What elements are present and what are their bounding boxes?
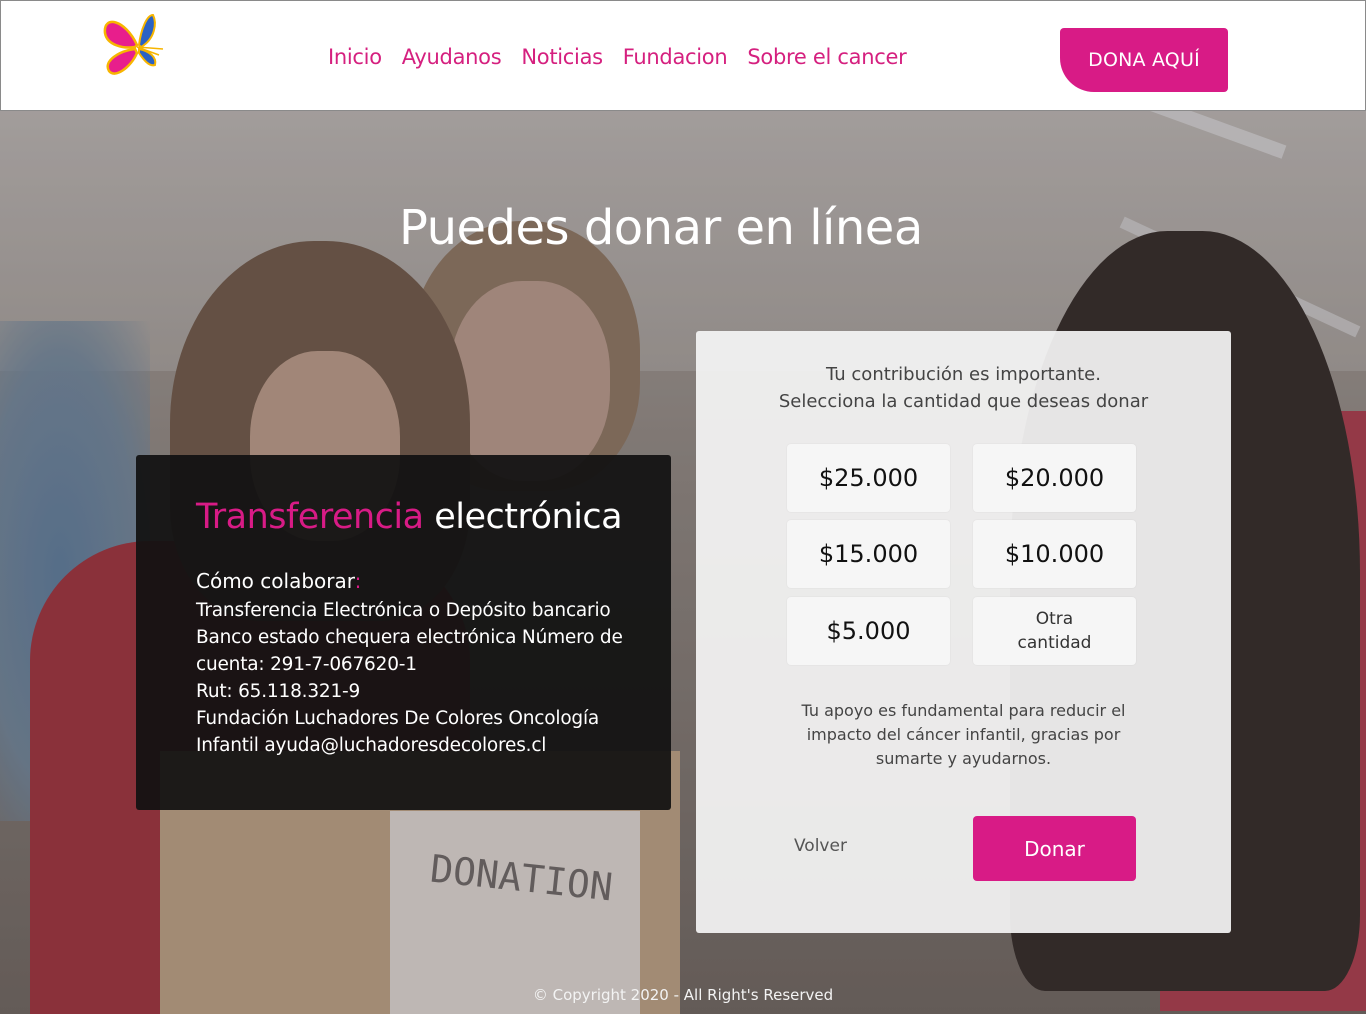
transfer-details: Transferencia Electrónica o Depósito ban… xyxy=(196,597,641,759)
amount-20000-button[interactable]: $20.000 xyxy=(973,444,1136,512)
transfer-title: Transferencia electrónica xyxy=(196,497,641,537)
transfer-title-highlight: Transferencia xyxy=(196,497,424,537)
nav-inicio[interactable]: Inicio xyxy=(328,45,382,69)
nav-noticias[interactable]: Noticias xyxy=(521,45,603,69)
back-button[interactable]: Volver xyxy=(794,836,847,856)
intro-line: Selecciona la cantidad que deseas donar xyxy=(778,391,1149,412)
donate-button[interactable]: Donar xyxy=(973,816,1136,881)
butterfly-logo-icon[interactable] xyxy=(97,9,169,81)
page-title: Puedes donar en línea xyxy=(399,200,923,256)
copyright-text: © Copyright 2020 - All Right's Reserved xyxy=(532,986,834,1004)
note-line: impacto del cáncer infantil, gracias por xyxy=(806,725,1121,744)
note-line: sumarte y ayudarnos. xyxy=(875,749,1052,768)
transfer-line: Rut: 65.118.321-9 xyxy=(196,681,361,702)
other-amount-line: Otra xyxy=(1035,609,1074,629)
main-nav: Inicio Ayudanos Noticias Fundacion Sobre… xyxy=(328,45,907,69)
nav-sobre-el-cancer[interactable]: Sobre el cancer xyxy=(747,45,906,69)
donation-note: Tu apoyo es fundamental para reducir el … xyxy=(756,699,1171,771)
transfer-line: Fundación Luchadores De Colores Oncologí… xyxy=(196,708,600,729)
how-label-text: Cómo colaborar xyxy=(196,569,355,593)
how-to-collaborate-label: Cómo colaborar: xyxy=(196,569,641,593)
amount-10000-button[interactable]: $10.000 xyxy=(973,520,1136,588)
intro-line: Tu contribución es importante. xyxy=(826,364,1101,385)
how-label-colon: : xyxy=(354,569,362,593)
nav-ayudanos[interactable]: Ayudanos xyxy=(402,45,502,69)
transfer-title-rest: electrónica xyxy=(423,497,623,537)
dona-aqui-button[interactable]: DONA AQUÍ xyxy=(1060,28,1228,92)
transfer-line: cuenta: 291-7-067620-1 xyxy=(196,654,417,675)
transfer-line: Banco estado chequera electrónica Número… xyxy=(196,627,623,648)
transfer-info-panel: Transferencia electrónica Cómo colaborar… xyxy=(136,455,671,810)
donation-intro: Tu contribución es importante. Seleccion… xyxy=(696,361,1231,415)
amount-5000-button[interactable]: $5.000 xyxy=(787,597,950,665)
note-line: Tu apoyo es fundamental para reducir el xyxy=(801,701,1126,720)
amount-15000-button[interactable]: $15.000 xyxy=(787,520,950,588)
amount-25000-button[interactable]: $25.000 xyxy=(787,444,950,512)
site-header: Inicio Ayudanos Noticias Fundacion Sobre… xyxy=(0,0,1366,111)
transfer-line: Transferencia Electrónica o Depósito ban… xyxy=(196,600,611,621)
other-amount-button[interactable]: Otra cantidad xyxy=(973,597,1136,665)
donation-card: Tu contribución es importante. Seleccion… xyxy=(696,331,1231,933)
other-amount-line: cantidad xyxy=(1017,633,1092,653)
nav-fundacion[interactable]: Fundacion xyxy=(623,45,728,69)
transfer-line: Infantil ayuda@luchadoresdecolores.cl xyxy=(196,735,547,756)
